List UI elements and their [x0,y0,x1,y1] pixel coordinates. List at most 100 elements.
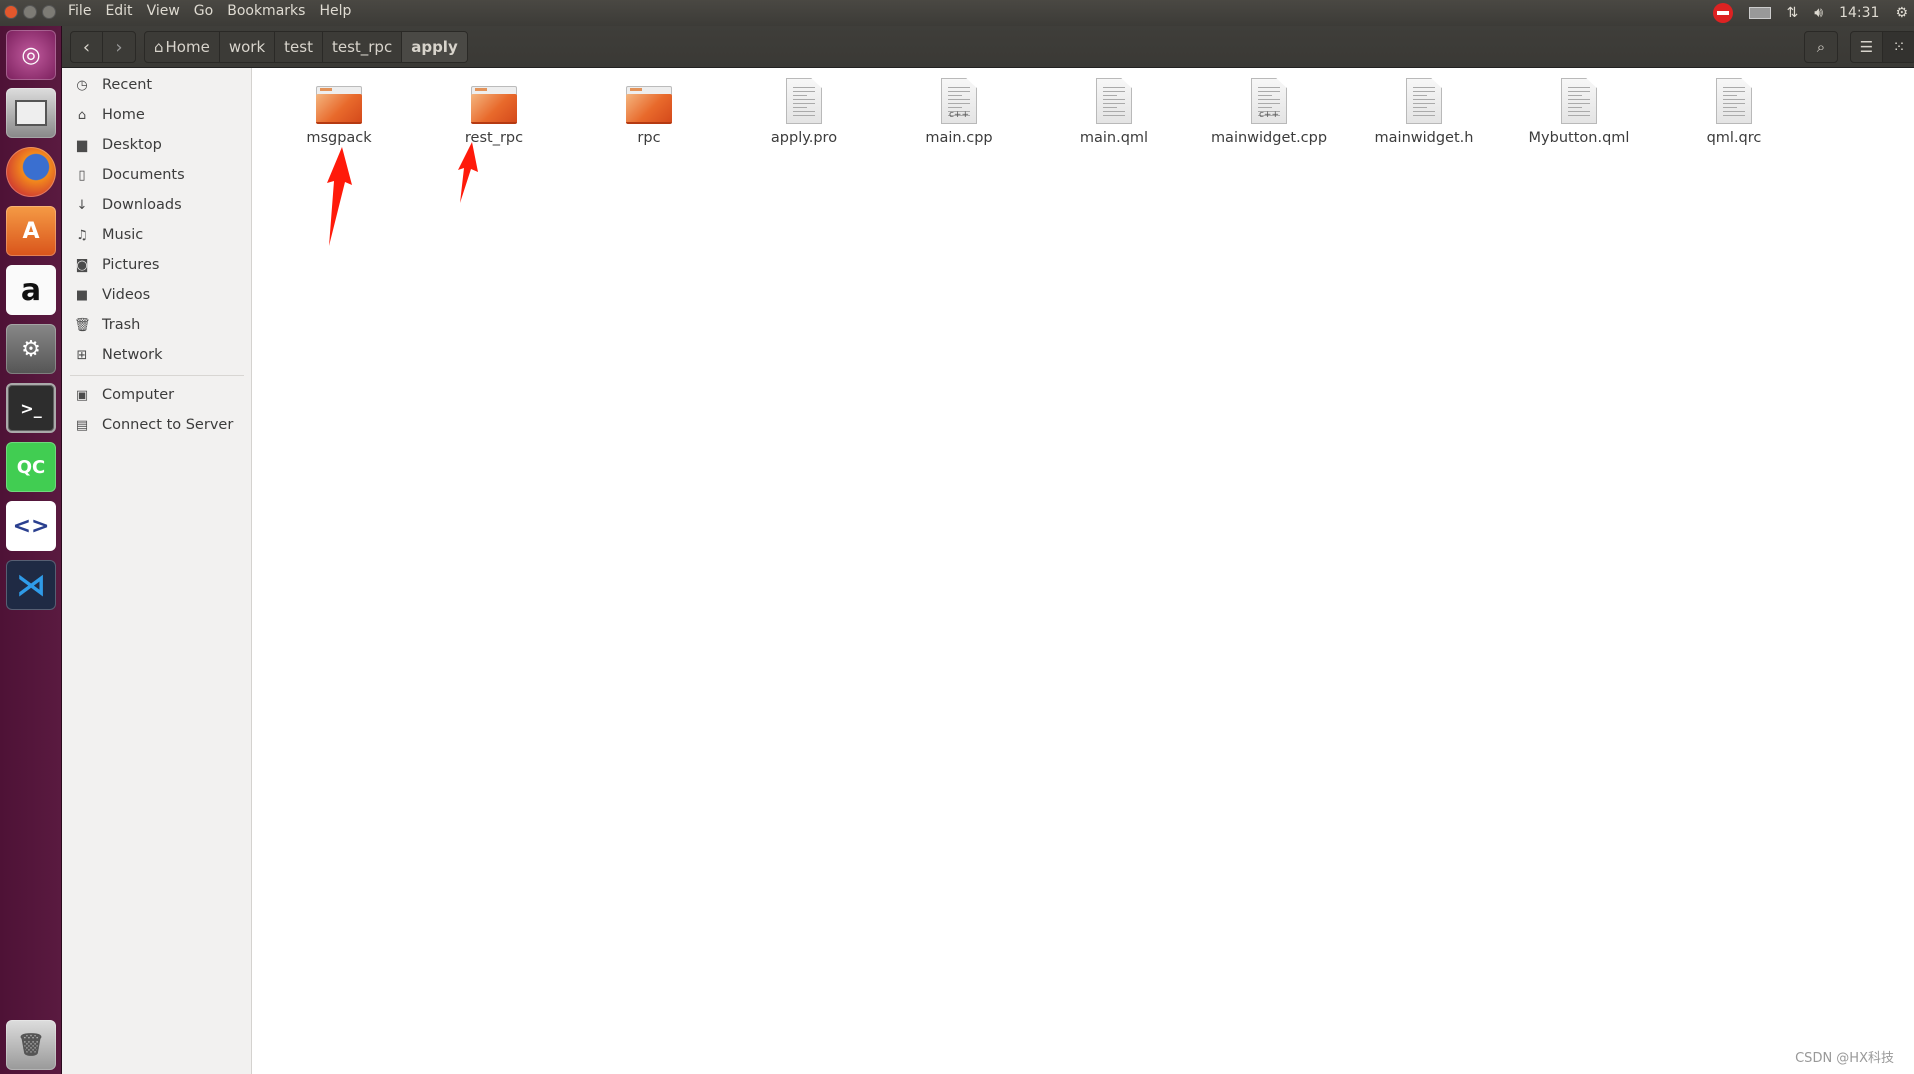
firefox-icon[interactable] [6,147,56,197]
clock-icon: ◷ [76,77,88,93]
breadcrumb-apply[interactable]: apply [402,32,467,62]
sidebar-item-computer[interactable]: ▣ Computer [62,381,251,409]
file-name: msgpack [306,130,372,146]
breadcrumb-test[interactable]: test [275,32,323,62]
network-icon: ⊞ [76,347,88,363]
terminal-icon[interactable]: >_ [6,383,56,433]
search-button[interactable]: ⌕ [1805,32,1837,62]
camera-icon: ◙ [75,257,89,273]
video-icon: ■ [75,287,89,303]
menu-help[interactable]: Help [319,3,351,19]
search-button-group: ⌕ [1804,31,1838,63]
sidebar-item-home[interactable]: ⌂ Home [62,101,251,129]
folder-icon [316,86,362,124]
sidebar-item-recent[interactable]: ◷ Recent [62,71,251,99]
folder-icon [626,86,672,124]
sidebar-item-desktop[interactable]: ▆ Desktop [62,131,251,159]
text-file-icon [786,78,822,124]
file-name: qml.qrc [1706,130,1762,146]
toolbar: ‹ › ⌂ Home work test test_rpc apply ⌕ ☰ ⁙ [62,26,1914,68]
file-name: Mybutton.qml [1528,130,1630,146]
sidebar-item-downloads[interactable]: ↓ Downloads [62,191,251,219]
text-file-icon [1716,78,1752,124]
menu-bar: File Edit View Go Bookmarks Help [68,3,351,19]
minimize-window-button[interactable] [23,5,37,19]
file-name: rpc [637,130,661,146]
forward-button[interactable]: › [103,32,135,62]
sidebar-divider [70,375,244,376]
file-item[interactable]: msgpack [264,76,414,146]
watermark: CSDN @HX科技 [1795,1051,1894,1066]
menu-edit[interactable]: Edit [105,3,132,19]
breadcrumb-work[interactable]: work [220,32,276,62]
trash-icon[interactable]: 🗑︎ [6,1020,56,1070]
clock[interactable]: 14:31 [1839,5,1879,21]
file-item[interactable]: mainwidget.h [1349,76,1499,146]
top-panel: File Edit View Go Bookmarks Help ⇅ 🔊︎ 14… [0,0,1914,26]
sidebar-item-network[interactable]: ⊞ Network [62,341,251,369]
code-editor-icon[interactable]: <> [6,501,56,551]
file-item[interactable]: rpc [574,76,724,146]
breadcrumb-test-rpc[interactable]: test_rpc [323,32,403,62]
computer-icon: ▣ [75,387,89,403]
home-icon: ⌂ [154,38,164,56]
cpp-file-icon: c++ [941,78,977,124]
header-file-icon [1406,78,1442,124]
file-item[interactable]: c++ mainwidget.cpp [1194,76,1344,146]
folder-icon [471,86,517,124]
launcher: ◎ A a ⚙ >_ QC <> ⋊ 🗑︎ [0,26,62,1074]
software-center-icon[interactable]: A [6,206,56,256]
list-view-button[interactable]: ☰ [1851,32,1883,62]
sidebar-item-connect-to-server[interactable]: ▤ Connect to Server [62,411,251,439]
system-settings-icon[interactable]: ⚙ [6,324,56,374]
menu-view[interactable]: View [147,3,180,19]
nav-buttons: ‹ › [70,31,136,63]
file-item[interactable]: apply.pro [729,76,879,146]
breadcrumb: ⌂ Home work test test_rpc apply [144,31,468,63]
sidebar-item-documents[interactable]: ▯ Documents [62,161,251,189]
music-icon: ♫ [76,227,88,243]
qt-creator-icon[interactable]: QC [6,442,56,492]
file-name: main.qml [1079,130,1149,146]
no-entry-icon[interactable] [1712,3,1733,23]
gear-icon[interactable]: ⚙ [1895,5,1908,21]
keyboard-icon[interactable] [1748,7,1771,19]
menu-go[interactable]: Go [194,3,213,19]
close-window-button[interactable] [4,5,18,19]
sidebar-item-videos[interactable]: ■ Videos [62,281,251,309]
maximize-window-button[interactable] [42,5,56,19]
file-item[interactable]: main.qml [1039,76,1189,146]
cpp-file-icon: c++ [1251,78,1287,124]
file-name: apply.pro [770,130,838,146]
network-icon[interactable]: ⇅ [1787,5,1799,21]
file-item[interactable]: c++ main.cpp [884,76,1034,146]
amazon-icon[interactable]: a [6,265,56,315]
sidebar-item-music[interactable]: ♫ Music [62,221,251,249]
file-view: msgpack rest_rpc rpc apply.pro c++ main.cpp ma… [252,68,1914,1074]
ubuntu-dash-icon[interactable]: ◎ [6,30,56,80]
sidebar: ◷ Recent ⌂ Home ▆ Desktop ▯ Documents ↓ Downl… [62,68,252,1074]
sidebar-item-pictures[interactable]: ◙ Pictures [62,251,251,279]
files-icon[interactable] [6,88,56,138]
folder-icon: ▆ [77,137,87,153]
grid-view-button[interactable]: ⁙ [1883,32,1914,62]
download-icon: ↓ [76,197,88,213]
back-button[interactable]: ‹ [71,32,103,62]
file-name: mainwidget.h [1374,130,1474,146]
menu-bookmarks[interactable]: Bookmarks [227,3,305,19]
text-file-icon [1561,78,1597,124]
sidebar-item-trash[interactable]: 🗑︎ Trash [62,311,251,339]
breadcrumb-home[interactable]: ⌂ Home [145,32,220,62]
document-icon: ▯ [78,167,86,183]
home-icon: ⌂ [77,107,87,123]
file-name: rest_rpc [464,130,524,146]
vscode-icon[interactable]: ⋊ [6,560,56,610]
file-item[interactable]: rest_rpc [419,76,569,146]
volume-icon[interactable]: 🔊︎ [1814,5,1823,21]
file-item[interactable]: Mybutton.qml [1504,76,1654,146]
view-toggle: ☰ ⁙ [1850,31,1914,63]
text-file-icon [1096,78,1132,124]
server-icon: ▤ [75,417,89,433]
file-item[interactable]: qml.qrc [1659,76,1809,146]
menu-file[interactable]: File [68,3,91,19]
